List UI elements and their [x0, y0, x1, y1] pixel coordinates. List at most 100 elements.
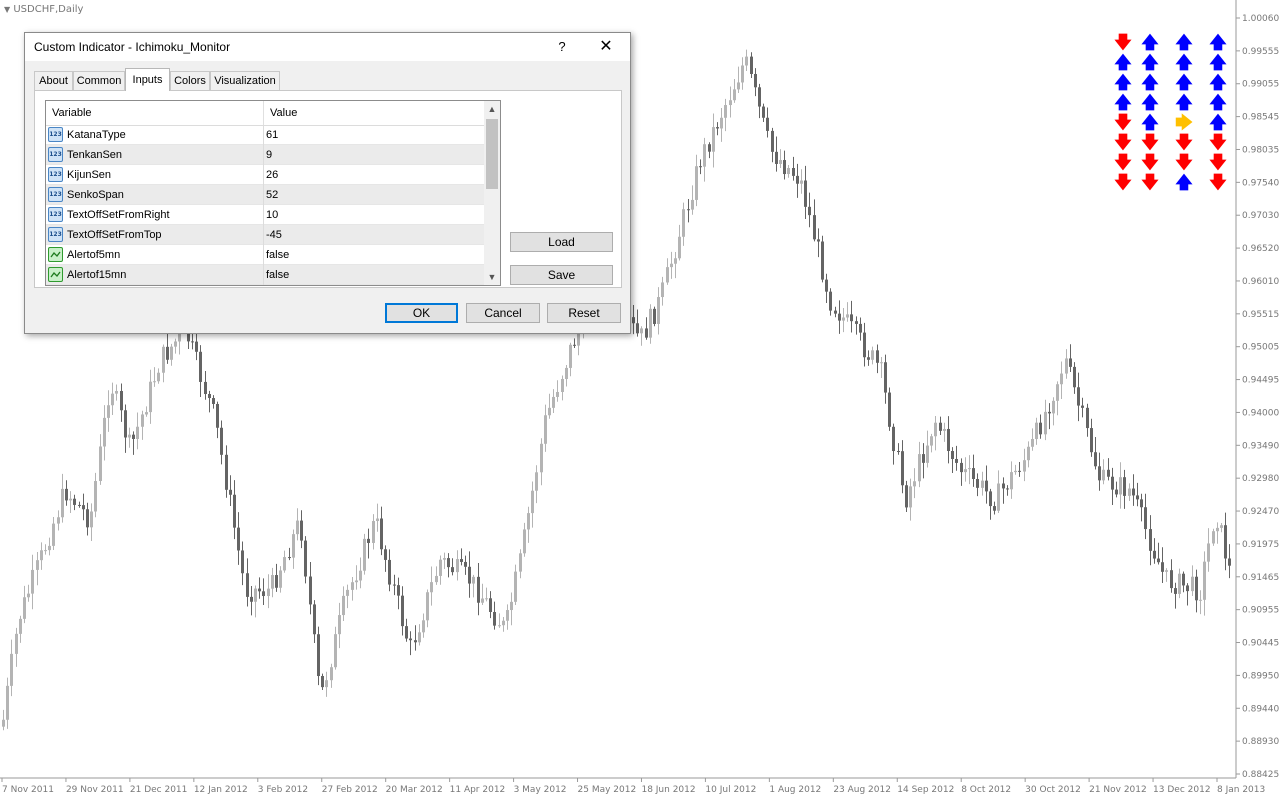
- candle-body: [426, 592, 429, 621]
- column-header-value[interactable]: Value: [264, 101, 484, 125]
- candle-body: [640, 328, 643, 334]
- candle-body: [666, 267, 669, 283]
- signal-arrow-up-icon: 🡅: [1209, 53, 1227, 73]
- candle-body: [246, 573, 249, 597]
- ok-button[interactable]: OK: [385, 303, 458, 323]
- candle-body: [678, 236, 681, 259]
- grid-scrollbar[interactable]: ▲ ▼: [484, 101, 500, 285]
- input-variable-name: Alertof15mn: [67, 269, 127, 281]
- help-button[interactable]: ?: [550, 37, 574, 57]
- candle-body: [1052, 400, 1055, 414]
- signal-arrow-up-icon: 🡅: [1175, 53, 1193, 73]
- candle-body: [1044, 411, 1047, 435]
- input-row[interactable]: 123 SenkoSpan 52: [46, 185, 484, 205]
- tab-colors[interactable]: Colors: [170, 71, 210, 90]
- candle-body: [397, 585, 400, 596]
- cell-separator: [263, 125, 264, 145]
- candle-body: [964, 469, 967, 473]
- integer-type-icon: 123: [48, 167, 63, 182]
- signal-arrow-up-icon: 🡅: [1209, 93, 1227, 113]
- scroll-up-icon[interactable]: ▲: [484, 101, 500, 117]
- candle-body: [834, 310, 837, 314]
- candle-body: [1094, 452, 1097, 467]
- signal-arrow-down-icon: 🡇: [1114, 133, 1132, 153]
- price-tick-label: 0.99555: [1242, 47, 1279, 57]
- candle-body: [821, 241, 824, 280]
- candle-body: [1065, 358, 1068, 374]
- price-tick-label: 1.00060: [1242, 14, 1279, 24]
- input-value[interactable]: 26: [266, 165, 278, 185]
- signal-arrow-up-icon: 🡅: [1175, 93, 1193, 113]
- signal-arrow-up-icon: 🡅: [1114, 53, 1132, 73]
- input-value[interactable]: 61: [266, 125, 278, 145]
- candle-body: [775, 151, 778, 164]
- candle-body: [573, 344, 576, 346]
- candle-body: [2, 719, 5, 727]
- input-row[interactable]: 123 KatanaType 61: [46, 125, 484, 145]
- candle-body: [10, 653, 13, 686]
- price-tick-label: 0.93490: [1242, 441, 1279, 451]
- candle-body: [951, 451, 954, 459]
- candle-body: [804, 180, 807, 207]
- input-row[interactable]: Alertof5mn false: [46, 245, 484, 265]
- input-value[interactable]: false: [266, 265, 289, 285]
- close-button[interactable]: ✕: [592, 37, 620, 57]
- input-row[interactable]: 123 TextOffSetFromTop -45: [46, 225, 484, 245]
- input-row[interactable]: 123 TenkanSen 9: [46, 145, 484, 165]
- input-value[interactable]: 10: [266, 205, 278, 225]
- candle-body: [451, 567, 454, 573]
- candle-body: [342, 595, 345, 616]
- candle-body: [800, 180, 803, 184]
- candle-body: [1123, 477, 1126, 496]
- candle-body: [120, 390, 123, 411]
- scroll-down-icon[interactable]: ▼: [484, 269, 500, 285]
- candle-body: [372, 521, 375, 543]
- candle-body: [258, 588, 261, 592]
- cancel-button[interactable]: Cancel: [466, 303, 540, 323]
- candle-body: [477, 576, 480, 603]
- cell-separator: [263, 245, 264, 265]
- input-row[interactable]: Alertof15mn false: [46, 265, 484, 285]
- candle-body: [15, 633, 18, 654]
- candle-body: [720, 117, 723, 129]
- candle-body: [275, 575, 278, 588]
- input-value[interactable]: false: [266, 245, 289, 265]
- date-tick-label: 7 Nov 2011: [2, 785, 54, 795]
- save-button[interactable]: Save: [510, 265, 613, 285]
- candle-body: [52, 523, 55, 546]
- tab-inputs[interactable]: Inputs: [125, 68, 170, 91]
- candle-body: [691, 199, 694, 210]
- candle-body: [884, 362, 887, 393]
- input-value[interactable]: -45: [266, 225, 282, 245]
- price-tick-label: 0.94000: [1242, 408, 1279, 418]
- input-row[interactable]: 123 KijunSen 26: [46, 165, 484, 185]
- chart-menu-arrow-icon[interactable]: ▼: [4, 5, 10, 14]
- tab-common[interactable]: Common: [73, 71, 125, 90]
- chart-symbol-title: ▼ USDCHF,Daily: [4, 4, 83, 15]
- input-value[interactable]: 52: [266, 185, 278, 205]
- integer-type-icon: 123: [48, 147, 63, 162]
- tab-about[interactable]: About: [34, 71, 73, 90]
- input-value[interactable]: 9: [266, 145, 272, 165]
- tab-visualization[interactable]: Visualization: [210, 71, 280, 90]
- candle-body: [1228, 558, 1231, 566]
- candle-body: [355, 580, 358, 583]
- load-button[interactable]: Load: [510, 232, 613, 252]
- candle-body: [279, 570, 282, 588]
- candle-body: [1161, 562, 1164, 572]
- input-variable-name: TextOffSetFromRight: [67, 209, 170, 221]
- candle-body: [989, 491, 992, 507]
- candle-body: [19, 618, 22, 634]
- inputs-grid[interactable]: Variable Value 123 KatanaType 61 123 Ten…: [45, 100, 501, 286]
- dialog-titlebar[interactable]: Custom Indicator - Ichimoku_Monitor ? ✕: [25, 33, 630, 61]
- scroll-thumb[interactable]: [486, 119, 498, 189]
- date-tick-label: 1 Aug 2012: [769, 785, 821, 795]
- candle-body: [296, 520, 299, 535]
- signal-arrow-up-icon: 🡅: [1114, 93, 1132, 113]
- column-header-variable[interactable]: Variable: [46, 101, 263, 125]
- candle-body: [57, 517, 60, 524]
- integer-type-icon: 123: [48, 207, 63, 222]
- candle-body: [94, 481, 97, 512]
- input-row[interactable]: 123 TextOffSetFromRight 10: [46, 205, 484, 225]
- reset-button[interactable]: Reset: [547, 303, 621, 323]
